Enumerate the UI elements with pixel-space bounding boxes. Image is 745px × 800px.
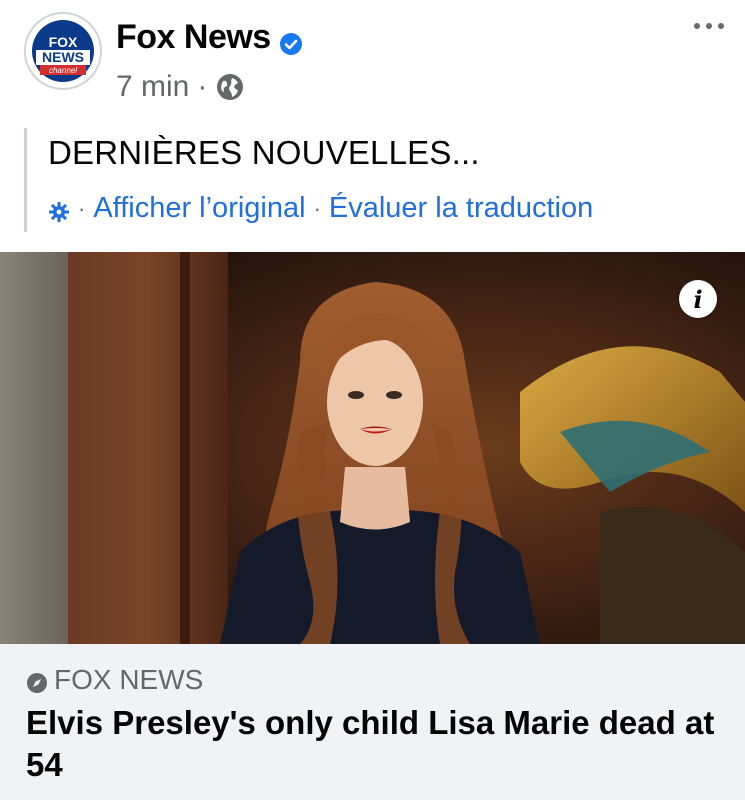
rate-translation-link[interactable]: Évaluer la traduction <box>329 192 593 225</box>
link-source-text: FOX NEWS <box>54 664 204 695</box>
translation-separator-2: · <box>313 195 321 221</box>
post-text: DERNIÈRES NOUVELLES... <box>48 134 480 171</box>
globe-icon <box>215 72 245 102</box>
logo-line-1: FOX <box>49 34 78 50</box>
translation-quote-bar <box>24 128 27 232</box>
translation-row: · Afficher l’original · Évaluer la tradu… <box>48 192 593 225</box>
article-photo[interactable]: i <box>0 252 745 644</box>
post-time[interactable]: 7 min <box>116 70 189 104</box>
logo-line-2: NEWS <box>42 49 84 65</box>
verified-badge-icon <box>279 26 303 55</box>
source-compass-icon <box>26 669 48 693</box>
fox-news-logo: FOX NEWS channel <box>27 15 99 87</box>
link-preview-card[interactable]: FOX NEWS Elvis Presley's only child Lisa… <box>0 644 745 800</box>
gear-icon[interactable] <box>48 198 70 222</box>
page-avatar[interactable]: FOX NEWS channel <box>24 12 102 90</box>
article-photo-image <box>0 252 745 644</box>
post-header: FOX NEWS channel Fox News 7 min · <box>0 0 745 120</box>
info-icon[interactable]: i <box>679 280 717 318</box>
logo-line-3: channel <box>49 66 77 75</box>
more-options-icon[interactable] <box>691 14 727 38</box>
page-name-text[interactable]: Fox News <box>116 18 271 57</box>
link-source: FOX NEWS <box>26 664 203 696</box>
post-meta: 7 min · <box>116 70 245 104</box>
page-name[interactable]: Fox News <box>116 18 303 57</box>
link-headline[interactable]: Elvis Presley's only child Lisa Marie de… <box>26 702 726 786</box>
show-original-link[interactable]: Afficher l’original <box>93 192 305 225</box>
translation-separator-1: · <box>78 195 86 221</box>
meta-separator: · <box>197 70 208 103</box>
